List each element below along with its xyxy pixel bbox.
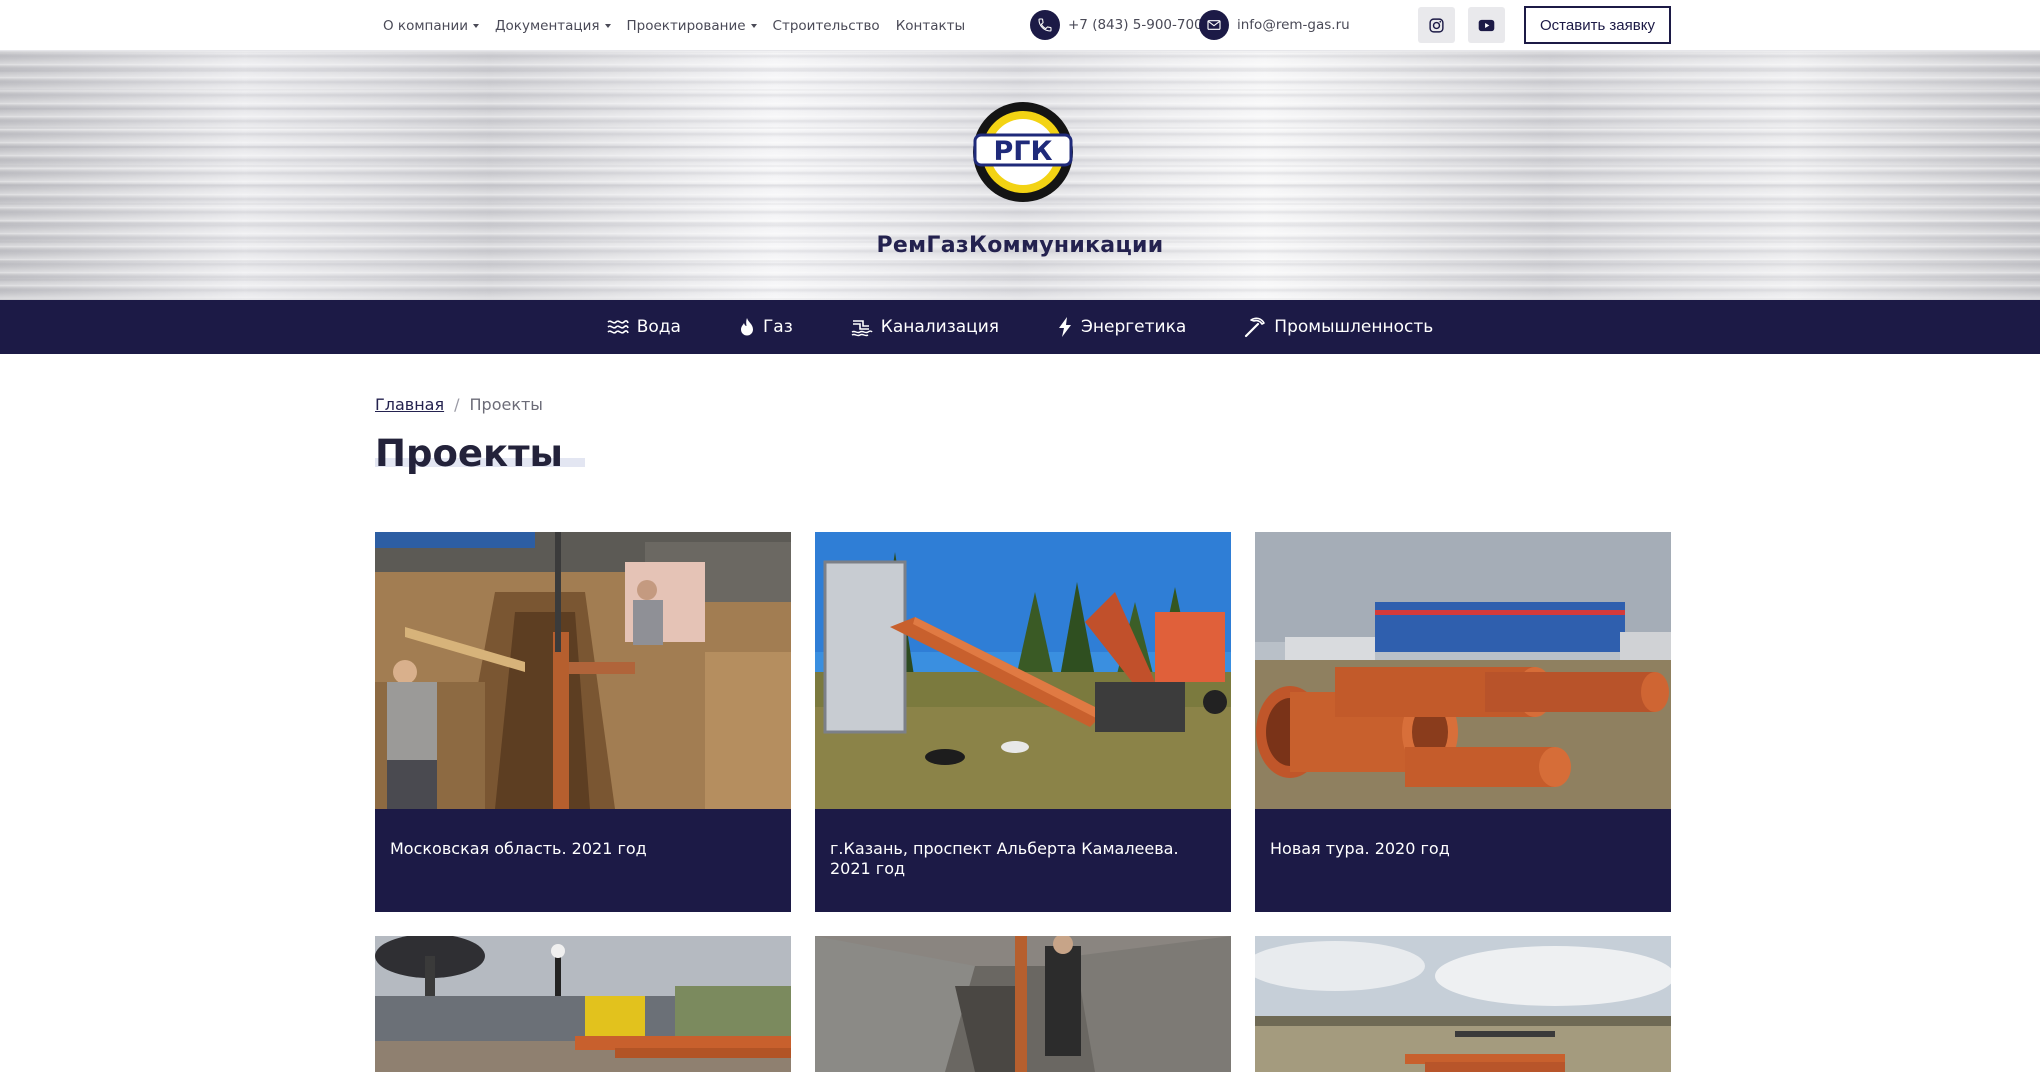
project-photo	[1255, 532, 1671, 809]
project-card[interactable]	[1255, 936, 1671, 1072]
project-card[interactable]: Московская область. 2021 год	[375, 532, 791, 912]
project-photo	[815, 532, 1231, 809]
logo-text: РГК	[993, 136, 1052, 167]
phone-contact[interactable]: +7 (843) 5-900-700	[1030, 9, 1203, 41]
category-sewerage[interactable]: Канализация	[851, 317, 999, 337]
menu-item-construction[interactable]: Строительство	[773, 18, 880, 34]
page-title-block: Проекты	[375, 432, 585, 475]
request-button[interactable]: Оставить заявку	[1524, 6, 1671, 44]
sewer-icon	[851, 320, 873, 337]
project-caption: Московская область. 2021 год	[375, 809, 791, 912]
lightning-icon	[1059, 317, 1072, 337]
breadcrumb-current: Проекты	[469, 395, 543, 414]
category-water[interactable]: Вода	[607, 317, 681, 337]
project-card[interactable]: Новая тура. 2020 год	[1255, 532, 1671, 912]
menu-item-contacts[interactable]: Контакты	[896, 18, 965, 34]
breadcrumb-home-link[interactable]: Главная	[375, 395, 444, 414]
hero-banner: РГК РемГазКоммуникации	[0, 51, 2040, 300]
chevron-down-icon	[473, 23, 479, 28]
breadcrumb-separator: /	[454, 395, 460, 414]
menu-item-about[interactable]: О компании	[383, 18, 479, 34]
phone-icon	[1030, 10, 1060, 40]
menu-item-contacts-label: Контакты	[895, 17, 966, 34]
project-card[interactable]: г.Казань, проспект Альберта Камалеева. 2…	[815, 532, 1231, 912]
menu-item-documentation-label: Документация	[495, 17, 600, 34]
category-water-label: Вода	[636, 317, 681, 337]
project-photo	[815, 936, 1231, 1072]
chevron-down-icon	[604, 23, 611, 28]
instagram-icon	[1429, 17, 1444, 33]
pickaxe-icon	[1245, 317, 1266, 338]
project-card[interactable]	[375, 936, 791, 1072]
category-gas[interactable]: Газ	[739, 317, 793, 337]
email-contact[interactable]: info@rem-gas.ru	[1199, 9, 1350, 41]
flame-icon	[740, 318, 753, 336]
project-photo	[1255, 936, 1671, 1072]
menu-item-documentation[interactable]: Документация	[495, 18, 611, 34]
category-nav: Вода Газ Канализация Энергетика Промышле…	[0, 300, 2040, 354]
project-caption: Новая тура. 2020 год	[1255, 809, 1671, 912]
company-logo[interactable]: РГК	[970, 98, 1076, 206]
menu-item-construction-label: Строительство	[772, 17, 880, 34]
chevron-down-icon	[750, 23, 757, 28]
category-industry[interactable]: Промышленность	[1244, 316, 1433, 338]
category-sewerage-label: Канализация	[880, 317, 1000, 337]
water-waves-icon	[607, 320, 629, 334]
phone-number: +7 (843) 5-900-700	[1068, 17, 1203, 33]
youtube-button[interactable]	[1468, 7, 1505, 43]
email-address: info@rem-gas.ru	[1237, 17, 1350, 33]
menu-item-design-label: Проектирование	[626, 17, 746, 34]
page-title: Проекты	[375, 432, 563, 475]
instagram-button[interactable]	[1418, 7, 1455, 43]
category-energy-label: Энергетика	[1081, 317, 1187, 337]
category-gas-label: Газ	[762, 317, 793, 337]
menu-item-about-label: О компании	[383, 17, 468, 34]
top-menu: О компании Документация Проектирование С…	[383, 0, 965, 51]
menu-item-design[interactable]: Проектирование	[627, 18, 757, 34]
brand-name: РемГазКоммуникации	[876, 233, 1164, 258]
project-card[interactable]	[815, 936, 1231, 1072]
category-energy[interactable]: Энергетика	[1057, 316, 1186, 338]
mail-icon	[1199, 10, 1229, 40]
category-industry-label: Промышленность	[1274, 317, 1434, 337]
project-photo	[375, 532, 791, 809]
project-photo	[375, 936, 791, 1072]
youtube-icon	[1478, 19, 1495, 31]
breadcrumb: Главная / Проекты	[375, 395, 543, 414]
project-caption: г.Казань, проспект Альберта Камалеева. 2…	[815, 809, 1231, 912]
top-bar: О компании Документация Проектирование С…	[0, 0, 2040, 51]
